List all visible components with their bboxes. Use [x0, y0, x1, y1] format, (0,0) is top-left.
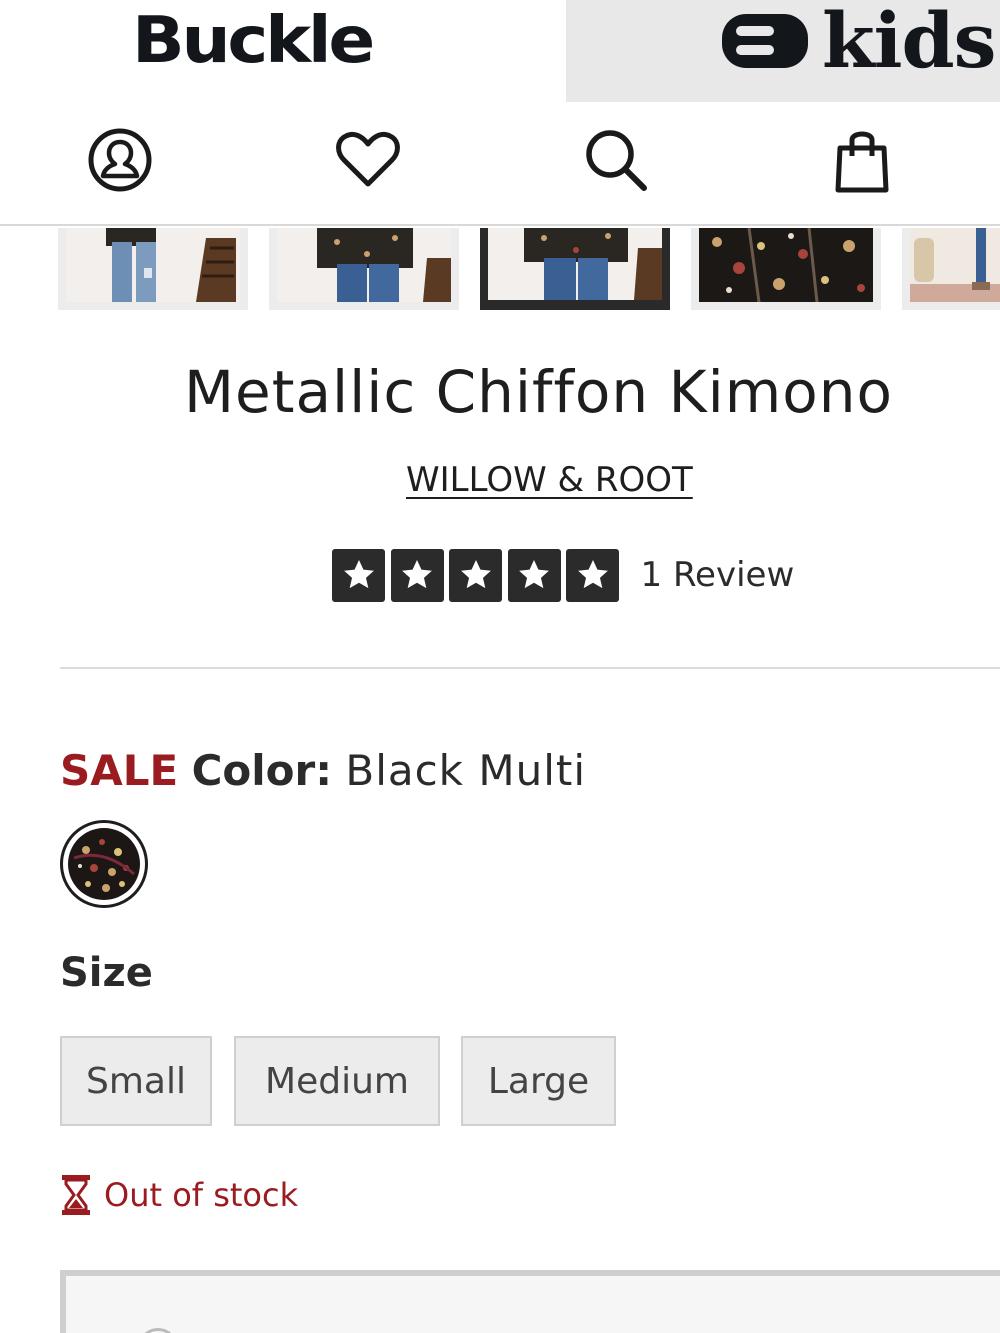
star-icon — [449, 548, 502, 602]
sale-label: SALE — [60, 746, 179, 795]
thumbnail-5[interactable] — [902, 228, 1000, 310]
size-medium-button[interactable]: Medium — [234, 1036, 440, 1126]
shopping-bag-icon[interactable] — [828, 126, 896, 194]
star-icon — [390, 548, 444, 602]
brand-link[interactable]: WILLOW & ROOT — [406, 460, 693, 500]
product-title: Metallic Chiffon Kimono — [184, 358, 893, 426]
color-label: Color: — [191, 746, 333, 795]
icon-nav — [0, 102, 1000, 226]
star-icon — [566, 548, 619, 602]
heart-icon[interactable] — [334, 126, 402, 194]
search-icon[interactable] — [582, 126, 650, 194]
account-icon[interactable] — [86, 126, 154, 194]
thumbnail-3-selected[interactable] — [480, 228, 670, 310]
hourglass-icon — [62, 1175, 90, 1215]
stock-text: Out of stock — [104, 1176, 299, 1214]
star-icon — [507, 548, 561, 602]
kids-b-icon — [722, 14, 808, 68]
size-heading: Size — [60, 950, 153, 996]
stock-status: Out of stock — [60, 1174, 298, 1216]
buckle-tab[interactable]: Buckle — [0, 0, 566, 102]
divider — [60, 667, 1000, 669]
product-page: Buckle kids Metallic Chiffon Kimono WILL… — [0, 0, 1000, 1333]
star-icon — [332, 548, 385, 602]
rating-summary[interactable]: 1 Review — [332, 548, 794, 602]
thumbnail-strip — [0, 228, 1000, 312]
thumbnail-4[interactable] — [691, 228, 881, 310]
size-large-button[interactable]: Large — [461, 1036, 616, 1126]
kids-logo[interactable]: kids — [822, 0, 996, 85]
color-value: Black Multi — [345, 746, 587, 795]
brand-bar: Buckle kids — [0, 0, 1000, 102]
thumbnail-1[interactable] — [58, 228, 248, 310]
review-count-link[interactable]: 1 Review — [641, 555, 795, 595]
kids-tab[interactable]: kids — [566, 0, 1000, 102]
radio-icon[interactable] — [138, 1328, 178, 1333]
fulfillment-option-box[interactable] — [60, 1270, 1000, 1333]
color-line: SALE Color: Black Multi — [60, 746, 586, 795]
color-swatch-black-multi[interactable] — [60, 820, 148, 908]
swatch-pattern-icon — [68, 828, 140, 900]
size-small-button[interactable]: Small — [60, 1036, 212, 1126]
thumbnail-2[interactable] — [269, 228, 459, 310]
buckle-logo[interactable]: Buckle — [132, 4, 375, 78]
